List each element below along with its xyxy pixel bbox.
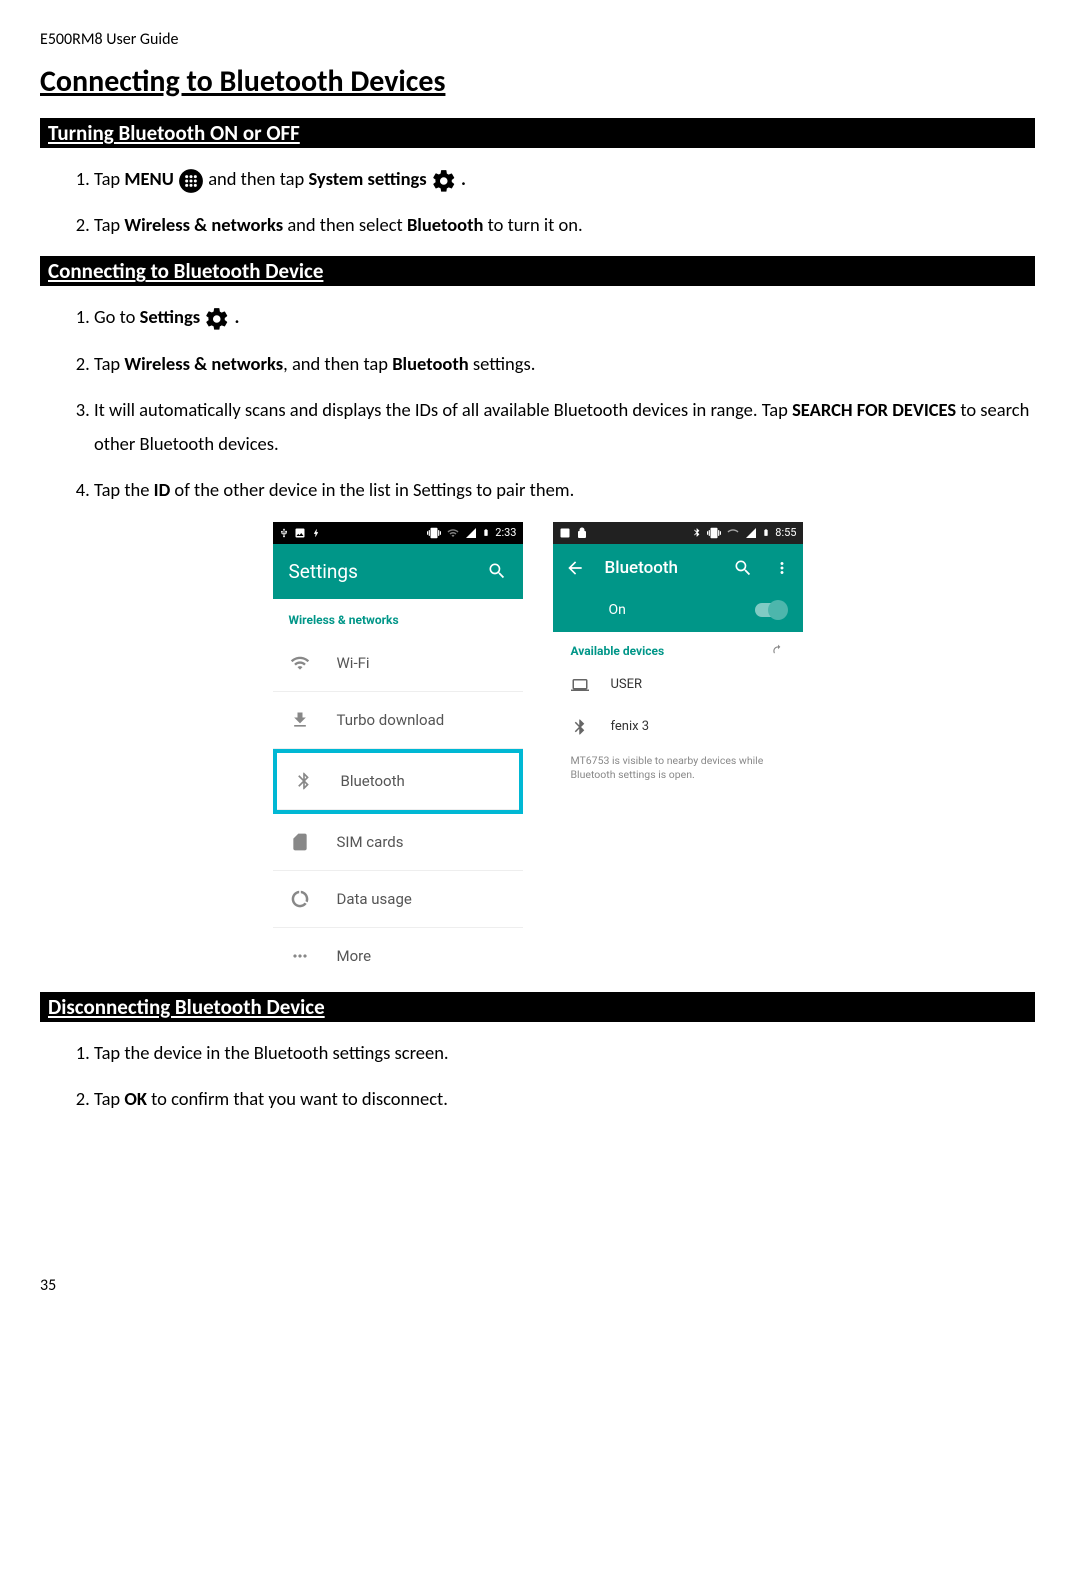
wifi-icon: [446, 527, 460, 539]
screenshot-bluetooth: 8:55 Bluetooth On Available devices USER…: [553, 522, 803, 984]
usb-icon: [279, 526, 289, 540]
bluetooth-info-text: MT6753 is visible to nearby devices whil…: [553, 748, 803, 796]
toggle-switch[interactable]: [755, 603, 785, 617]
step-b4: Tap the ID of the other device in the li…: [94, 473, 1035, 507]
step-a1: Tap MENU and then tap System settings .: [94, 162, 1035, 196]
device-name: fenix 3: [611, 719, 650, 734]
settings-item-more[interactable]: More: [273, 928, 523, 984]
settings-item-bluetooth[interactable]: Bluetooth: [277, 753, 519, 810]
step-c2: Tap OK to confirm that you want to disco…: [94, 1082, 1035, 1116]
screenshot-settings: 2:33 Settings Wireless & networks Wi-Fi …: [273, 522, 523, 984]
back-icon[interactable]: [565, 558, 585, 578]
vibrate-icon: [427, 526, 441, 540]
step-a2: Tap Wireless & networks and then select …: [94, 208, 1035, 242]
steps-list-a: Tap MENU and then tap System settings . …: [40, 162, 1035, 242]
refresh-icon[interactable]: [771, 644, 785, 658]
settings-title-bar: Settings: [273, 544, 523, 599]
battery-icon: [762, 526, 770, 539]
sim-icon: [290, 832, 310, 852]
highlight-bluetooth: Bluetooth: [273, 749, 523, 814]
settings-item-data[interactable]: Data usage: [273, 871, 523, 928]
settings-gear-icon: [431, 168, 457, 194]
vibrate-icon: [707, 526, 721, 540]
device-user[interactable]: USER: [553, 664, 803, 706]
device-fenix[interactable]: fenix 3: [553, 706, 803, 748]
list-label: More: [337, 947, 372, 965]
bluetooth-title-bar: Bluetooth: [553, 544, 803, 592]
signal-icon: [745, 527, 757, 539]
bluetooth-icon: [571, 718, 589, 736]
menu-icon: [178, 168, 204, 194]
step-b1: Go to Settings .: [94, 300, 1035, 334]
wifi-icon: [290, 653, 310, 673]
wifi-icon: [726, 527, 740, 539]
list-label: Bluetooth: [341, 772, 405, 790]
download-icon: [290, 710, 310, 730]
charging-icon: [311, 526, 321, 540]
step-b3: It will automatically scans and displays…: [94, 393, 1035, 461]
search-icon[interactable]: [733, 558, 753, 578]
status-bar: 8:55: [553, 522, 803, 544]
more-icon: [290, 946, 310, 966]
laptop-icon: [571, 676, 589, 694]
bluetooth-toggle-row[interactable]: On: [553, 592, 803, 632]
page-title: Connecting to Bluetooth Devices: [40, 63, 1035, 100]
section-wireless-networks: Wireless & networks: [273, 599, 523, 635]
section-heading-turning-on-off: Turning Bluetooth ON or OFF: [40, 118, 1035, 148]
list-label: SIM cards: [337, 833, 404, 851]
bluetooth-status-icon: [692, 526, 702, 539]
status-bar: 2:33: [273, 522, 523, 544]
device-name: USER: [611, 677, 643, 692]
screenshot-icon: [294, 527, 306, 539]
available-devices-header: Available devices: [553, 632, 803, 664]
document-header: E500RM8 User Guide: [40, 30, 1035, 49]
signal-icon: [465, 527, 477, 539]
steps-list-c: Tap the device in the Bluetooth settings…: [40, 1036, 1035, 1116]
step-c1: Tap the device in the Bluetooth settings…: [94, 1036, 1035, 1070]
search-icon[interactable]: [487, 561, 507, 581]
page-number: 35: [40, 1276, 1035, 1295]
settings-title: Settings: [289, 560, 358, 583]
settings-item-turbo[interactable]: Turbo download: [273, 692, 523, 749]
lock-icon: [576, 527, 588, 539]
bluetooth-state: On: [609, 602, 626, 618]
list-label: Wi-Fi: [337, 654, 370, 672]
settings-gear-icon: [204, 306, 230, 332]
status-time: 2:33: [495, 526, 516, 539]
screenshot-icon: [559, 527, 571, 539]
settings-item-wifi[interactable]: Wi-Fi: [273, 635, 523, 692]
list-label: Turbo download: [337, 711, 445, 729]
step-b2: Tap Wireless & networks, and then tap Bl…: [94, 347, 1035, 381]
status-time: 8:55: [775, 526, 796, 539]
bluetooth-title: Bluetooth: [605, 558, 713, 578]
list-label: Data usage: [337, 890, 412, 908]
settings-item-sim[interactable]: SIM cards: [273, 814, 523, 871]
section-heading-connecting: Connecting to Bluetooth Device: [40, 256, 1035, 286]
section-heading-disconnecting: Disconnecting Bluetooth Device: [40, 992, 1035, 1022]
available-label: Available devices: [571, 644, 665, 658]
screenshots-row: 2:33 Settings Wireless & networks Wi-Fi …: [40, 522, 1035, 984]
data-usage-icon: [290, 889, 310, 909]
more-vert-icon[interactable]: [773, 558, 791, 578]
battery-icon: [482, 526, 490, 539]
steps-list-b: Go to Settings . Tap Wireless & networks…: [40, 300, 1035, 507]
bluetooth-icon: [294, 771, 314, 791]
